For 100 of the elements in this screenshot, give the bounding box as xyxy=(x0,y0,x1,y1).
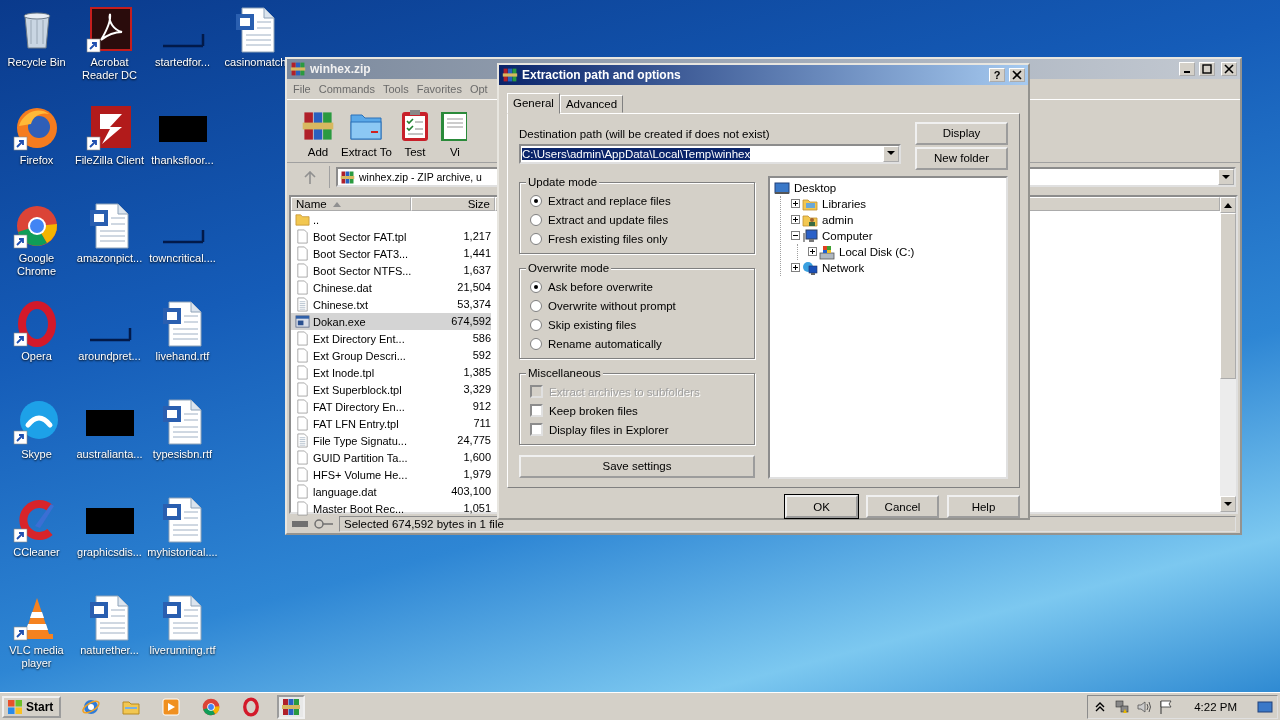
option-label[interactable]: Keep broken files xyxy=(549,404,638,417)
network-icon[interactable] xyxy=(1114,698,1131,715)
menu-item[interactable]: Opt xyxy=(465,83,492,95)
desktop-icon-label[interactable]: Firefox xyxy=(19,154,54,167)
file-row[interactable]: Ext Inode.tpl xyxy=(291,364,411,381)
desktop-icon-label[interactable]: CCleaner xyxy=(13,546,60,559)
toolbar-button[interactable]: Extract To xyxy=(341,109,392,158)
app-icon[interactable] xyxy=(85,6,134,54)
checkbox[interactable] xyxy=(530,404,543,418)
toolbar-button[interactable]: Test xyxy=(397,109,432,158)
dialog-button[interactable]: New folder xyxy=(915,146,1008,170)
desktop-icon-label[interactable]: startedfor... xyxy=(155,56,210,69)
desktop-icon-label[interactable]: Google Chrome xyxy=(0,252,73,278)
dialog-button[interactable]: Cancel xyxy=(866,495,939,518)
menu-item[interactable]: File xyxy=(289,83,315,95)
tree-item[interactable]: Network xyxy=(820,261,867,274)
tree-item[interactable]: admin xyxy=(820,213,856,226)
tree-item[interactable]: Libraries xyxy=(820,197,869,210)
option-label[interactable]: Display files in Explorer xyxy=(549,423,669,436)
option-label[interactable]: Overwrite without prompt xyxy=(548,299,676,312)
desktop-icon-label[interactable]: australianta... xyxy=(76,448,143,461)
file-row[interactable]: Dokan.exe xyxy=(291,313,411,330)
desktop-icon-label[interactable]: Recycle Bin xyxy=(7,56,66,69)
file-row[interactable]: Chinese.txt xyxy=(291,296,411,313)
column-header[interactable]: Name xyxy=(291,197,411,211)
desktop-icon-label[interactable]: FileZilla Client xyxy=(74,154,145,167)
file-row[interactable]: Chinese.dat xyxy=(291,279,411,296)
dropdown-button[interactable] xyxy=(1218,169,1234,185)
file-row[interactable]: Ext Superblock.tpl xyxy=(291,381,411,398)
file-row[interactable]: HFS+ Volume He... xyxy=(291,466,411,483)
checkbox[interactable] xyxy=(530,423,543,437)
tab[interactable]: General xyxy=(507,92,560,114)
file-row[interactable]: Master Boot Rec... xyxy=(291,500,411,517)
expander-icon[interactable] xyxy=(791,199,800,209)
radio-button[interactable] xyxy=(530,318,542,331)
file-row[interactable]: Boot Sector FAT3... xyxy=(291,245,411,262)
tab[interactable]: Advanced xyxy=(559,94,624,113)
scrollbar[interactable] xyxy=(1220,197,1236,512)
desktop-icon-label[interactable]: Skype xyxy=(21,448,52,461)
desktop-icon-label[interactable]: casinomatch xyxy=(224,56,287,69)
radio-button[interactable] xyxy=(530,194,542,207)
chat-app-icon[interactable] xyxy=(12,398,61,446)
file-row[interactable]: Boot Sector NTFS... xyxy=(291,262,411,279)
caret-up-icon[interactable] xyxy=(1224,202,1232,208)
dropdown-button[interactable] xyxy=(883,145,899,162)
file-row[interactable]: File Type Signatu... xyxy=(291,432,411,449)
path-field[interactable]: C:\Users\admin\AppData\Local\Temp\winhex xyxy=(519,143,901,164)
taskbar-button[interactable] xyxy=(277,694,306,719)
desktop-icon-label[interactable]: typesisbn.rtf xyxy=(152,448,213,461)
help-button[interactable]: ? xyxy=(989,67,1005,82)
desktop-icon-label[interactable]: towncritical.... xyxy=(149,252,216,265)
toolbar-button[interactable]: Vi xyxy=(437,109,472,158)
speaker-icon[interactable] xyxy=(1136,698,1153,715)
file-row[interactable]: language.dat xyxy=(291,483,411,500)
dialog-button[interactable]: Help xyxy=(947,495,1020,518)
start-button[interactable]: Start xyxy=(2,695,62,718)
option-label[interactable]: Extract and replace files xyxy=(548,194,671,207)
desktop-icon-label[interactable]: thanksfloor... xyxy=(151,154,214,167)
menu-item[interactable]: Tools xyxy=(379,83,413,95)
desktop-icon-label[interactable]: naturether... xyxy=(80,644,139,657)
option-label[interactable]: Ask before overwrite xyxy=(548,280,653,293)
desktop-icon-label[interactable]: myhistorical.... xyxy=(147,546,218,559)
desktop-icon-label[interactable]: Opera xyxy=(21,350,52,363)
option-label[interactable]: Rename automatically xyxy=(548,337,662,350)
flag-icon[interactable] xyxy=(1158,698,1175,715)
desktop-icon-label[interactable]: VLC media player xyxy=(0,644,73,670)
desktop-icon-label[interactable]: Acrobat Reader DC xyxy=(73,56,146,82)
radio-button[interactable] xyxy=(530,299,542,312)
dialog-button[interactable]: Display xyxy=(915,121,1008,145)
option-label[interactable]: Extract and update files xyxy=(548,213,669,226)
app-icon[interactable] xyxy=(85,104,134,152)
desktop-icon-label[interactable]: amazonpict... xyxy=(76,252,143,265)
file-row[interactable]: GUID Partition Ta... xyxy=(291,449,411,466)
file-row[interactable]: Ext Directory Ent... xyxy=(291,330,411,347)
menu-item[interactable]: Favorites xyxy=(412,83,466,95)
caret-down-icon[interactable] xyxy=(1224,501,1232,507)
tree-item[interactable]: Computer xyxy=(820,229,875,242)
desktop-icon-label[interactable]: livehand.rtf xyxy=(155,350,210,363)
radio-button[interactable] xyxy=(530,337,542,350)
menu-item[interactable]: Commands xyxy=(314,83,379,95)
option-label[interactable]: Fresh existing files only xyxy=(548,232,668,245)
desktop-icon-label[interactable]: graphicsdis... xyxy=(77,546,142,559)
tree-item[interactable]: Local Disk (C:) xyxy=(837,245,917,258)
expander-icon[interactable] xyxy=(808,247,817,257)
file-row[interactable]: .. xyxy=(291,211,411,228)
tree-item[interactable]: Desktop xyxy=(792,181,839,194)
desktop-icon-label[interactable]: aroundpret... xyxy=(78,350,141,363)
save-settings-button[interactable]: Save settings xyxy=(519,454,755,478)
expander-icon[interactable] xyxy=(791,263,800,273)
radio-button[interactable] xyxy=(530,232,542,245)
radio-button[interactable] xyxy=(530,280,542,293)
option-label[interactable]: Skip existing files xyxy=(548,318,637,331)
file-row[interactable]: Boot Sector FAT.tpl xyxy=(291,228,411,245)
expander-icon[interactable] xyxy=(791,215,800,225)
toolbar-button[interactable]: Add xyxy=(301,109,335,158)
column-header[interactable]: Size xyxy=(411,197,495,211)
expander-icon[interactable] xyxy=(791,231,800,241)
radio-button[interactable] xyxy=(530,213,542,226)
file-row[interactable]: FAT LFN Entry.tpl xyxy=(291,415,411,432)
file-row[interactable]: Ext Group Descri... xyxy=(291,347,411,364)
